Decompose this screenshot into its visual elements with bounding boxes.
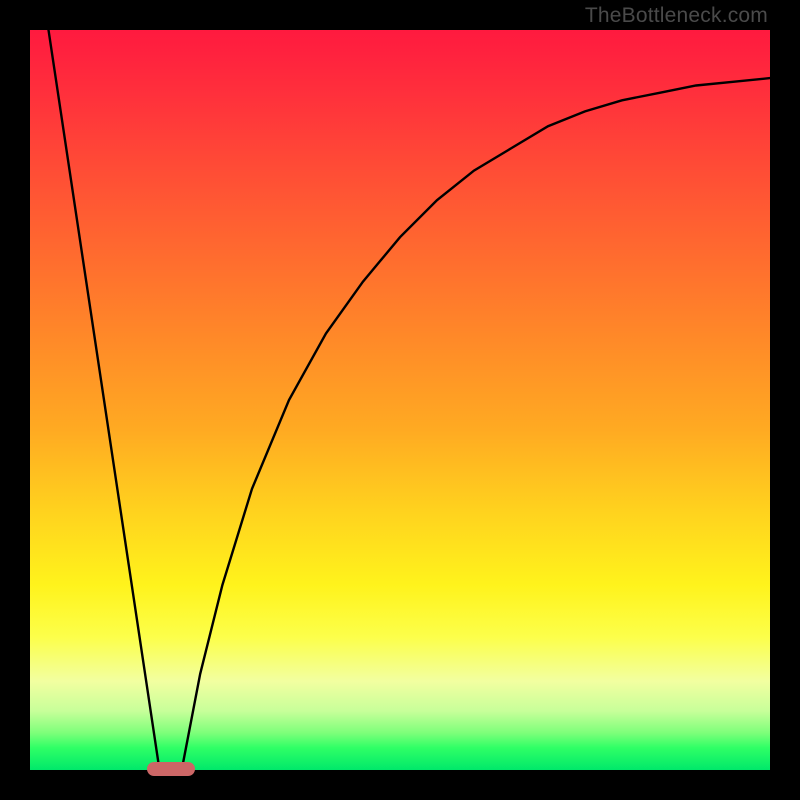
plot-area (30, 30, 770, 770)
curves-layer (30, 30, 770, 770)
right-rising-curve (182, 78, 770, 770)
left-falling-line (49, 30, 160, 770)
watermark-text: TheBottleneck.com (585, 4, 768, 28)
bottom-marker (147, 762, 195, 775)
chart-frame: TheBottleneck.com (0, 0, 800, 800)
